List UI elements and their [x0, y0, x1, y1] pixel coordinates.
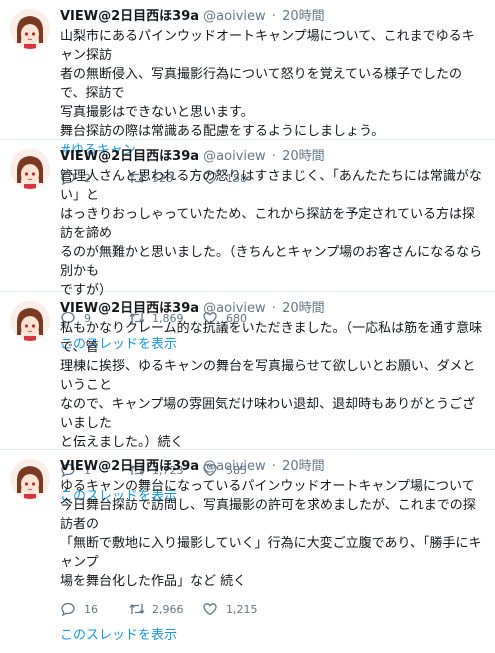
separator-dot: ·	[271, 459, 276, 474]
tweet[interactable]: VIEW@2日目西ほ39a @aoiview · 20時間 管理人さんと思われる…	[0, 140, 495, 352]
display-name[interactable]: VIEW@2日目西ほ39a	[60, 149, 199, 164]
avatar[interactable]	[10, 459, 50, 499]
tweet-header: VIEW@2日目西ほ39a @aoiview · 20時間	[60, 300, 485, 317]
retweet-button[interactable]: 2,966	[128, 601, 202, 617]
display-name[interactable]: VIEW@2日目西ほ39a	[60, 9, 199, 24]
like-button[interactable]: 1,215	[202, 601, 270, 617]
anime-avatar-icon	[10, 9, 50, 49]
tweet-text: 私もかなりクレーム的な抗議をいただきました。（一応私は筋を通す意味で、管 理棟に…	[60, 319, 485, 452]
heart-icon	[202, 601, 220, 617]
separator-dot: ·	[271, 9, 276, 24]
user-handle[interactable]: @aoiview	[203, 301, 265, 316]
separator-dot: ·	[271, 301, 276, 316]
reply-count: 16	[84, 602, 98, 616]
tweet-line: 写真撮影はできないと思います。	[60, 105, 254, 120]
tweet-line: 私もかなりクレーム的な抗議をいただきました。（一応私は筋を通す意味で、管	[60, 321, 483, 355]
tweet-line: 管理人さんと思われる方の怒りはすさまじく、「あんたたちには常識がない」と	[60, 169, 482, 203]
avatar[interactable]	[10, 301, 50, 341]
user-handle[interactable]: @aoiview	[203, 9, 265, 24]
avatar[interactable]	[10, 149, 50, 189]
tweet-line: 山梨市にあるパインウッドオートキャンプ場について、これまでゆるキャン探訪	[60, 29, 475, 63]
timestamp[interactable]: 20時間	[282, 149, 325, 164]
tweet-header: VIEW@2日目西ほ39a @aoiview · 20時間	[60, 458, 485, 475]
tweet-line: 理棟に挨拶、ゆるキャンの舞台を写真撮らせて欲しいとお願い、ダメということ	[60, 359, 476, 393]
tweet-line: 舞台探訪の際は常識ある配慮をするようにしましょう。	[60, 124, 385, 139]
tweet[interactable]: VIEW@2日目西ほ39a @aoiview · 20時間 ゆるキャンの舞台にな…	[0, 450, 495, 643]
timestamp[interactable]: 20時間	[282, 9, 325, 24]
like-count: 1,215	[226, 602, 258, 616]
display-name[interactable]: VIEW@2日目西ほ39a	[60, 301, 199, 316]
retweet-count: 2,966	[152, 602, 184, 616]
display-name[interactable]: VIEW@2日目西ほ39a	[60, 459, 199, 474]
reply-button[interactable]: 16	[60, 601, 128, 617]
tweet[interactable]: VIEW@2日目西ほ39a @aoiview · 20時間 山梨市にあるパインウ…	[0, 0, 495, 186]
tweet-line: はっきりおっしゃっていたため、これから探訪を予定されている方は探訪を諦め	[60, 207, 475, 241]
tweet-line: 場を舞台化した作品」など 続く	[60, 574, 247, 589]
tweet-line: 「無断で敷地に入り撮影していく」行為に大変ご立腹であり、「勝手にキャンプ	[60, 536, 482, 570]
anime-avatar-icon	[10, 301, 50, 341]
tweet-header: VIEW@2日目西ほ39a @aoiview · 20時間	[60, 148, 485, 165]
tweet-header: VIEW@2日目西ほ39a @aoiview · 20時間	[60, 8, 485, 25]
user-handle[interactable]: @aoiview	[203, 459, 265, 474]
reply-icon	[60, 601, 78, 617]
anime-avatar-icon	[10, 149, 50, 189]
separator-dot: ·	[271, 149, 276, 164]
show-thread-link[interactable]: このスレッドを表示	[60, 625, 485, 653]
timestamp[interactable]: 20時間	[282, 301, 325, 316]
tweet-line: るのが無難かと思いました。（きちんとキャンプ場のお客さんになるなら別かも	[60, 245, 483, 279]
timestamp[interactable]: 20時間	[282, 459, 325, 474]
tweet-actions: 16 2,966 1,215	[60, 593, 485, 625]
tweet-line: なので、キャンプ場の雰囲気だけ味わい退却、退却時もありがとうございました	[60, 397, 476, 431]
tweet-line: ゆるキャンの舞台になっているパインウッドオートキャンプ場について	[60, 479, 475, 494]
tweet-line: 者の無断侵入、写真撮影行為について怒りを覚えている様子でしたので、探訪で	[60, 67, 462, 101]
user-handle[interactable]: @aoiview	[203, 149, 265, 164]
tweet-line: 今日舞台探訪で訪問し、写真撮影の許可を求めましたが、これまでの探訪者の	[60, 498, 476, 532]
anime-avatar-icon	[10, 459, 50, 499]
tweet-text: ゆるキャンの舞台になっているパインウッドオートキャンプ場について 今日舞台探訪で…	[60, 477, 485, 591]
avatar[interactable]	[10, 9, 50, 49]
retweet-icon	[128, 601, 146, 617]
tweet[interactable]: VIEW@2日目西ほ39a @aoiview · 20時間 私もかなりクレーム的…	[0, 292, 495, 504]
tweet-text: 管理人さんと思われる方の怒りはすさまじく、「あんたたちには常識がない」と はっき…	[60, 167, 485, 300]
